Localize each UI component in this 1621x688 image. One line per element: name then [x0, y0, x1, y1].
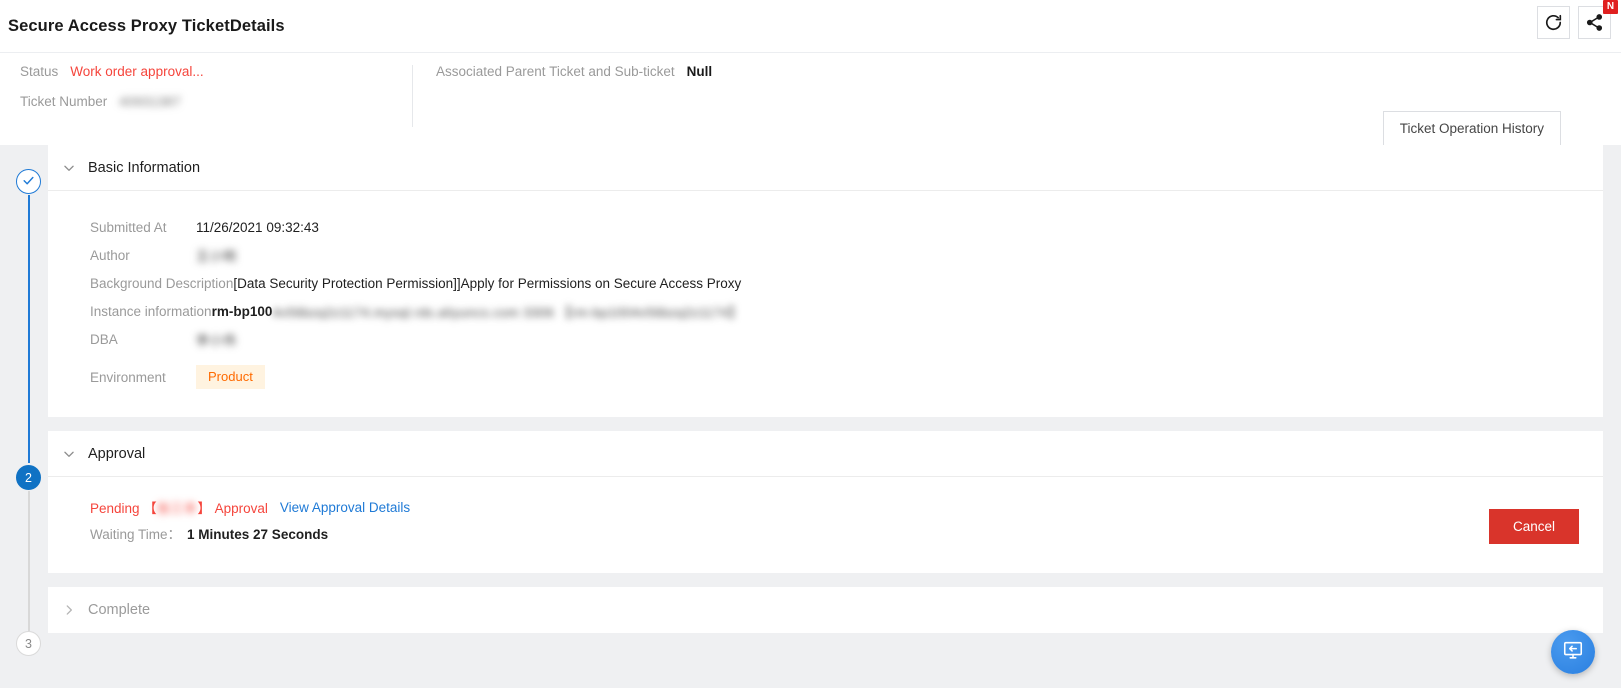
step-cards: Basic Information Submitted At 11/26/202… [48, 145, 1603, 647]
approval-body: Pending 【 张三丰 】 Approval View Approval D… [48, 477, 1603, 573]
monitor-back-icon [1562, 639, 1584, 666]
refresh-button[interactable] [1537, 6, 1570, 39]
environment-label: Environment [90, 369, 166, 385]
waiting-time-value: 1 Minutes 27 Seconds [187, 527, 329, 542]
status-row: Status Work order approval... [20, 64, 410, 94]
complete-title: Complete [88, 602, 151, 618]
basic-information-header[interactable]: Basic Information [48, 145, 1603, 191]
page-title: Secure Access Proxy TicketDetails [8, 17, 285, 35]
field-author: Author 王小明 [90, 241, 1603, 269]
step-indicator-2: 2 [16, 465, 41, 490]
parent-ticket-label: Associated Parent Ticket and Sub-ticket [436, 64, 675, 79]
ticket-number-label: Ticket Number [20, 94, 108, 109]
ticket-number-row: Ticket Number 40931387 [20, 94, 410, 124]
view-approval-details-link[interactable]: View Approval Details [280, 500, 410, 515]
environment-badge: Product [196, 365, 265, 389]
summary-left-column: Status Work order approval... Ticket Num… [20, 64, 410, 124]
basic-information-body: Submitted At 11/26/2021 09:32:43 Author … [48, 191, 1603, 417]
ticket-summary-panel: Status Work order approval... Ticket Num… [0, 52, 1621, 146]
ticket-steps-body: 2 3 Basic Information Submitted At 11/26… [0, 145, 1621, 688]
share-button[interactable]: N [1578, 0, 1618, 39]
cancel-button[interactable]: Cancel [1488, 509, 1579, 544]
waiting-time-line: Waiting Time： 1 Minutes 27 Seconds [90, 523, 1603, 543]
summary-middle-column: Associated Parent Ticket and Sub-ticket … [436, 64, 712, 94]
status-label: Status [20, 64, 59, 79]
approval-card: Approval Pending 【 张三丰 】 Approval View A… [48, 431, 1603, 573]
field-instance-information: Instance information rm-bp100 4v56bzq2z1… [90, 297, 1603, 325]
step-indicator-1 [16, 169, 41, 194]
feedback-fab-button[interactable] [1551, 630, 1595, 674]
submitted-at-value: 11/26/2021 09:32:43 [196, 219, 319, 235]
field-submitted-at: Submitted At 11/26/2021 09:32:43 [90, 213, 1603, 241]
pending-approval-line: Pending 【 张三丰 】 Approval View Approval D… [90, 497, 1603, 517]
approval-title: Approval [88, 445, 146, 462]
step-connector-1 [28, 195, 30, 463]
refresh-icon [1544, 13, 1563, 32]
step-indicator-3: 3 [16, 631, 41, 656]
author-label: Author [90, 247, 130, 263]
share-icon [1585, 13, 1604, 32]
dba-value: 李小伟 [196, 332, 237, 348]
instance-information-label: Instance information [90, 303, 212, 319]
chevron-down-icon[interactable] [62, 447, 88, 461]
summary-divider [412, 65, 413, 127]
dba-label: DBA [90, 331, 118, 347]
background-description-value: [Data Security Protection Permission]]Ap… [233, 275, 742, 291]
share-notification-badge: N [1603, 0, 1618, 14]
pending-suffix: 】 Approval [197, 501, 268, 516]
waiting-time-label: Waiting Time： [90, 527, 182, 542]
basic-information-card: Basic Information Submitted At 11/26/202… [48, 145, 1603, 417]
step-rail: 2 3 [8, 145, 41, 688]
field-environment: Environment Product [90, 363, 1603, 391]
check-icon [22, 174, 35, 190]
parent-ticket-value: Null [686, 64, 713, 79]
submitted-at-label: Submitted At [90, 219, 167, 235]
pending-prefix: Pending 【 [90, 501, 157, 516]
chevron-right-icon[interactable] [62, 603, 88, 617]
ticket-operation-history-button[interactable]: Ticket Operation History [1382, 111, 1561, 146]
field-background-description: Background Description [Data Security Pr… [90, 269, 1603, 297]
author-value: 王小明 [196, 248, 237, 264]
chevron-down-icon[interactable] [62, 161, 88, 175]
parent-ticket-row: Associated Parent Ticket and Sub-ticket … [436, 64, 712, 94]
pending-approver: 张三丰 [156, 500, 198, 516]
ticket-number-value: 40931387 [119, 94, 182, 109]
instance-information-value: rm-bp100 [211, 303, 273, 319]
status-value: Work order approval... [70, 64, 204, 79]
step-connector-2 [28, 491, 30, 631]
complete-card[interactable]: Complete [48, 587, 1603, 633]
field-dba: DBA 李小伟 [90, 325, 1603, 353]
background-description-label: Background Description [90, 275, 234, 291]
approval-header[interactable]: Approval [48, 431, 1603, 477]
title-actions: N [1537, 0, 1618, 39]
title-bar: Secure Access Proxy TicketDetails N [0, 0, 1621, 52]
ticket-details-page: Secure Access Proxy TicketDetails N Stat… [0, 0, 1621, 688]
basic-information-title: Basic Information [88, 159, 201, 176]
instance-information-value-masked: 4v56bzq2z1174.mysql.rds.aliyuncs.com 330… [272, 304, 743, 320]
